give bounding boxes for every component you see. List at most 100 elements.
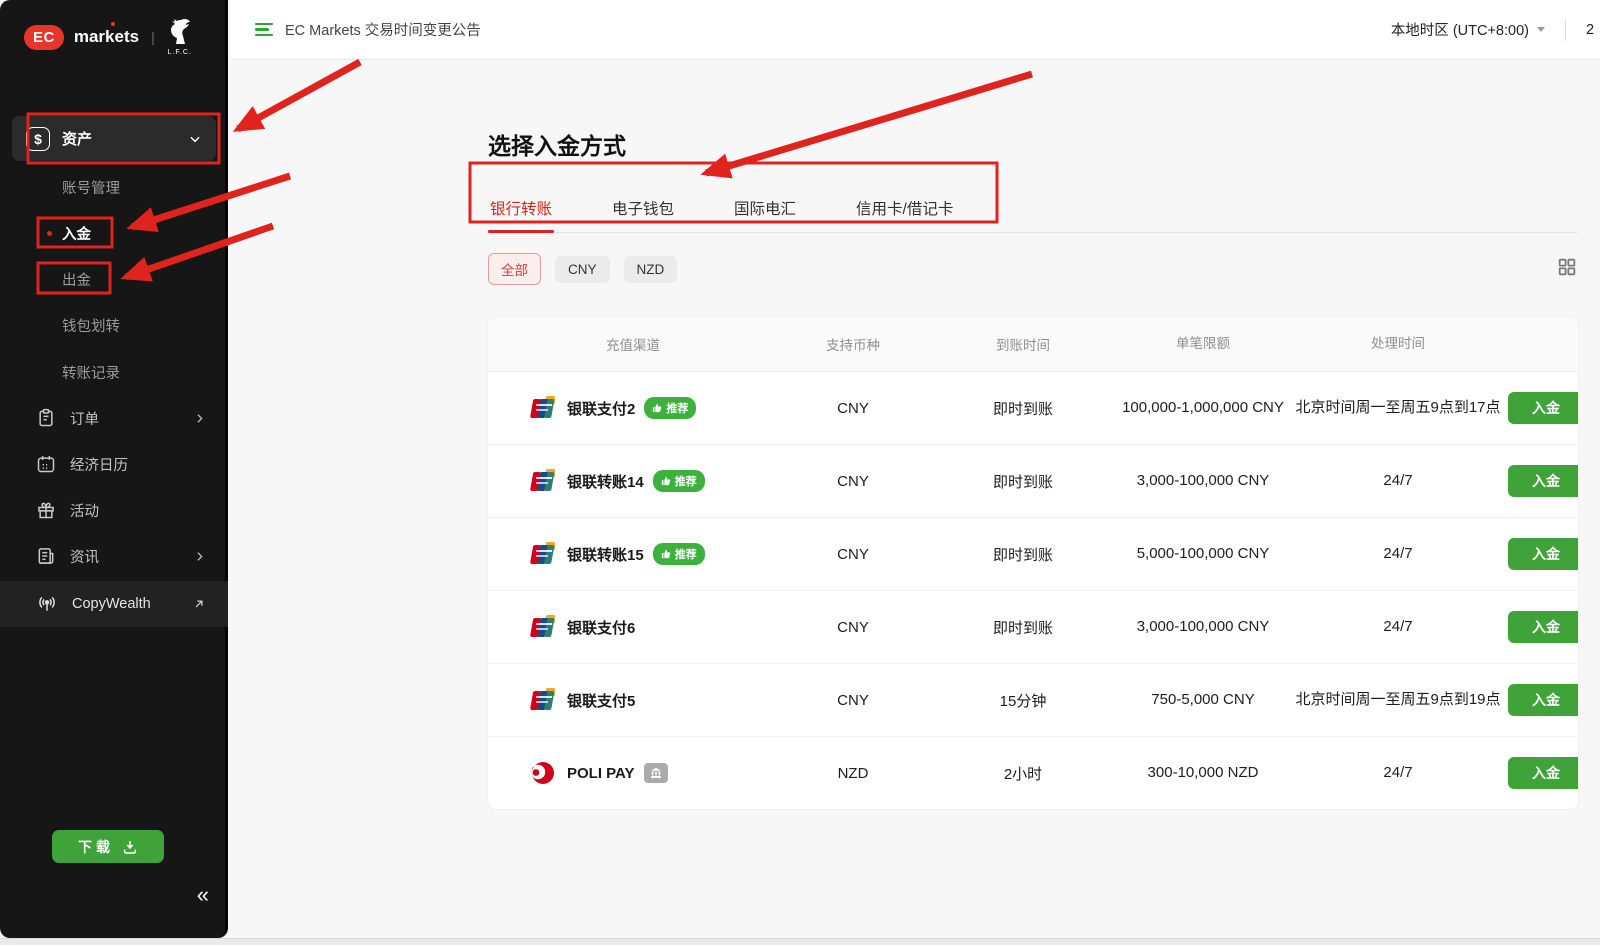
header-processing: 处理时间 bbox=[1288, 334, 1508, 354]
announcement-list-icon bbox=[255, 23, 273, 37]
currency-filters: 全部 CNY NZD bbox=[488, 253, 1578, 285]
processing-cell: 24/7 bbox=[1288, 762, 1508, 785]
tab-ewallet[interactable]: 电子钱包 bbox=[610, 187, 676, 232]
deposit-button[interactable]: 入金 bbox=[1508, 392, 1578, 424]
channel-name: 银联转账14 bbox=[567, 471, 644, 492]
channel-name: 银联支付6 bbox=[567, 617, 635, 638]
processing-cell: 24/7 bbox=[1288, 470, 1508, 493]
currency-cell: CNY bbox=[778, 692, 928, 709]
tab-bank-transfer[interactable]: 银行转账 bbox=[488, 187, 554, 232]
caret-down-icon bbox=[1537, 27, 1545, 32]
sidebar-item-deposit[interactable]: 入金 bbox=[0, 218, 228, 248]
thumbs-up-icon bbox=[661, 549, 671, 559]
chevron-right-icon bbox=[193, 412, 206, 425]
calendar-icon bbox=[36, 454, 56, 474]
brand-logo: EC markets | L.F.C. bbox=[0, 0, 225, 56]
limit-cell: 3,000-100,000 CNY bbox=[1118, 470, 1288, 493]
table-row: 银联支付6 CNY 即时到账 3,000-100,000 CNY 24/7 入金 bbox=[488, 590, 1578, 663]
grid-view-icon[interactable] bbox=[1556, 256, 1578, 283]
collapse-sidebar-button[interactable]: « bbox=[197, 884, 209, 906]
channel-name: POLI PAY bbox=[567, 765, 635, 782]
sidebar-item-wallet-transfer[interactable]: 钱包划转 bbox=[0, 310, 228, 340]
header-channel: 充值渠道 bbox=[488, 334, 778, 354]
limit-cell: 100,000-1,000,000 CNY bbox=[1118, 397, 1288, 420]
currency-cell: NZD bbox=[778, 765, 928, 782]
recommended-badge: 推荐 bbox=[653, 543, 705, 565]
filter-nzd[interactable]: NZD bbox=[624, 256, 678, 283]
filter-cny[interactable]: CNY bbox=[555, 256, 610, 283]
sidebar-item-orders[interactable]: 订单 bbox=[0, 399, 228, 437]
tab-credit-debit-card[interactable]: 信用卡/借记卡 bbox=[854, 187, 955, 232]
sidebar-item-assets[interactable]: $ 资产 bbox=[12, 116, 216, 161]
ec-logo-icon: EC bbox=[24, 25, 64, 50]
unionpay-icon bbox=[528, 541, 558, 567]
currency-cell: CNY bbox=[778, 400, 928, 417]
sidebar-item-economic-calendar[interactable]: 经济日历 bbox=[0, 445, 228, 483]
table-row: 银联支付5 CNY 15分钟 750-5,000 CNY 北京时间周一至周五9点… bbox=[488, 663, 1578, 736]
active-dot-icon bbox=[47, 231, 52, 236]
unionpay-icon bbox=[528, 395, 558, 421]
chevron-right-icon bbox=[193, 550, 206, 563]
sidebar-item-account-management[interactable]: 账号管理 bbox=[0, 172, 228, 202]
deposit-button[interactable]: 入金 bbox=[1508, 684, 1578, 716]
download-icon bbox=[122, 839, 138, 855]
recommended-badge: 推荐 bbox=[653, 470, 705, 492]
liverbird-logo: L.F.C. bbox=[167, 18, 193, 56]
clipboard-icon bbox=[36, 408, 56, 428]
tab-international-wire[interactable]: 国际电汇 bbox=[732, 187, 798, 232]
unionpay-icon bbox=[528, 687, 558, 713]
currency-cell: CNY bbox=[778, 619, 928, 636]
currency-cell: CNY bbox=[778, 546, 928, 563]
announcement-text: EC Markets 交易时间变更公告 bbox=[285, 19, 481, 40]
unionpay-icon bbox=[528, 468, 558, 494]
arrival-cell: 15分钟 bbox=[928, 690, 1118, 711]
sidebar: EC markets | L.F.C. $ 资产 账号管理 入金 出金 钱包划转… bbox=[0, 0, 228, 938]
divider bbox=[1565, 19, 1566, 41]
app-window: EC markets | L.F.C. $ 资产 账号管理 入金 出金 钱包划转… bbox=[0, 0, 1600, 938]
dollar-icon: $ bbox=[26, 127, 50, 151]
bank-icon bbox=[650, 767, 662, 779]
deposit-button[interactable]: 入金 bbox=[1508, 611, 1578, 643]
deposit-channels-table: 充值渠道 支持币种 到账时间 单笔限额 处理时间 银联支付2 推荐 CNY 即时… bbox=[488, 317, 1578, 809]
table-row: 银联支付2 推荐 CNY 即时到账 100,000-1,000,000 CNY … bbox=[488, 371, 1578, 444]
poli-pay-icon bbox=[528, 760, 558, 786]
processing-cell: 24/7 bbox=[1288, 543, 1508, 566]
deposit-method-tabs: 银行转账 电子钱包 国际电汇 信用卡/借记卡 bbox=[488, 187, 1578, 233]
download-button[interactable]: 下载 bbox=[52, 830, 164, 863]
deposit-button[interactable]: 入金 bbox=[1508, 538, 1578, 570]
table-row: 银联转账14 推荐 CNY 即时到账 3,000-100,000 CNY 24/… bbox=[488, 444, 1578, 517]
brand-name: markets bbox=[74, 27, 139, 47]
channel-name: 银联转账15 bbox=[567, 544, 644, 565]
sidebar-item-activities[interactable]: 活动 bbox=[0, 491, 228, 529]
sidebar-item-news[interactable]: 资讯 bbox=[0, 537, 228, 575]
deposit-button[interactable]: 入金 bbox=[1508, 757, 1578, 789]
limit-cell: 5,000-100,000 CNY bbox=[1118, 543, 1288, 566]
processing-cell: 24/7 bbox=[1288, 616, 1508, 639]
sidebar-item-transfer-records[interactable]: 转账记录 bbox=[0, 357, 228, 387]
currency-cell: CNY bbox=[778, 473, 928, 490]
limit-cell: 750-5,000 CNY bbox=[1118, 689, 1288, 712]
table-row: POLI PAY NZD 2小时 300-10,000 NZD 24/7 入金 bbox=[488, 736, 1578, 809]
page-bottom-strip bbox=[0, 938, 1600, 945]
sidebar-item-copywealth[interactable]: CopyWealth bbox=[0, 581, 228, 627]
logo-divider: | bbox=[151, 29, 155, 45]
table-header-row: 充值渠道 支持币种 到账时间 单笔限额 处理时间 bbox=[488, 317, 1578, 371]
arrival-cell: 即时到账 bbox=[928, 544, 1118, 565]
timezone-selector[interactable]: 本地时区 (UTC+8:00) bbox=[1391, 19, 1529, 40]
liverbird-icon bbox=[167, 18, 193, 48]
recommended-badge: 推荐 bbox=[644, 397, 696, 419]
deposit-button[interactable]: 入金 bbox=[1508, 465, 1578, 497]
news-icon bbox=[36, 546, 56, 566]
header-limit: 单笔限额 bbox=[1118, 334, 1288, 354]
sidebar-item-withdraw[interactable]: 出金 bbox=[0, 264, 228, 294]
header-currency: 支持币种 bbox=[778, 334, 928, 354]
broadcast-icon bbox=[36, 594, 58, 614]
header-arrival: 到账时间 bbox=[928, 334, 1118, 354]
arrival-cell: 2小时 bbox=[928, 763, 1118, 784]
page-title: 选择入金方式 bbox=[488, 127, 1578, 161]
limit-cell: 3,000-100,000 CNY bbox=[1118, 616, 1288, 639]
filter-all[interactable]: 全部 bbox=[488, 253, 541, 285]
bank-badge bbox=[644, 763, 668, 783]
clock-text: 2 bbox=[1586, 22, 1600, 38]
announcement-link[interactable]: EC Markets 交易时间变更公告 bbox=[255, 19, 481, 40]
